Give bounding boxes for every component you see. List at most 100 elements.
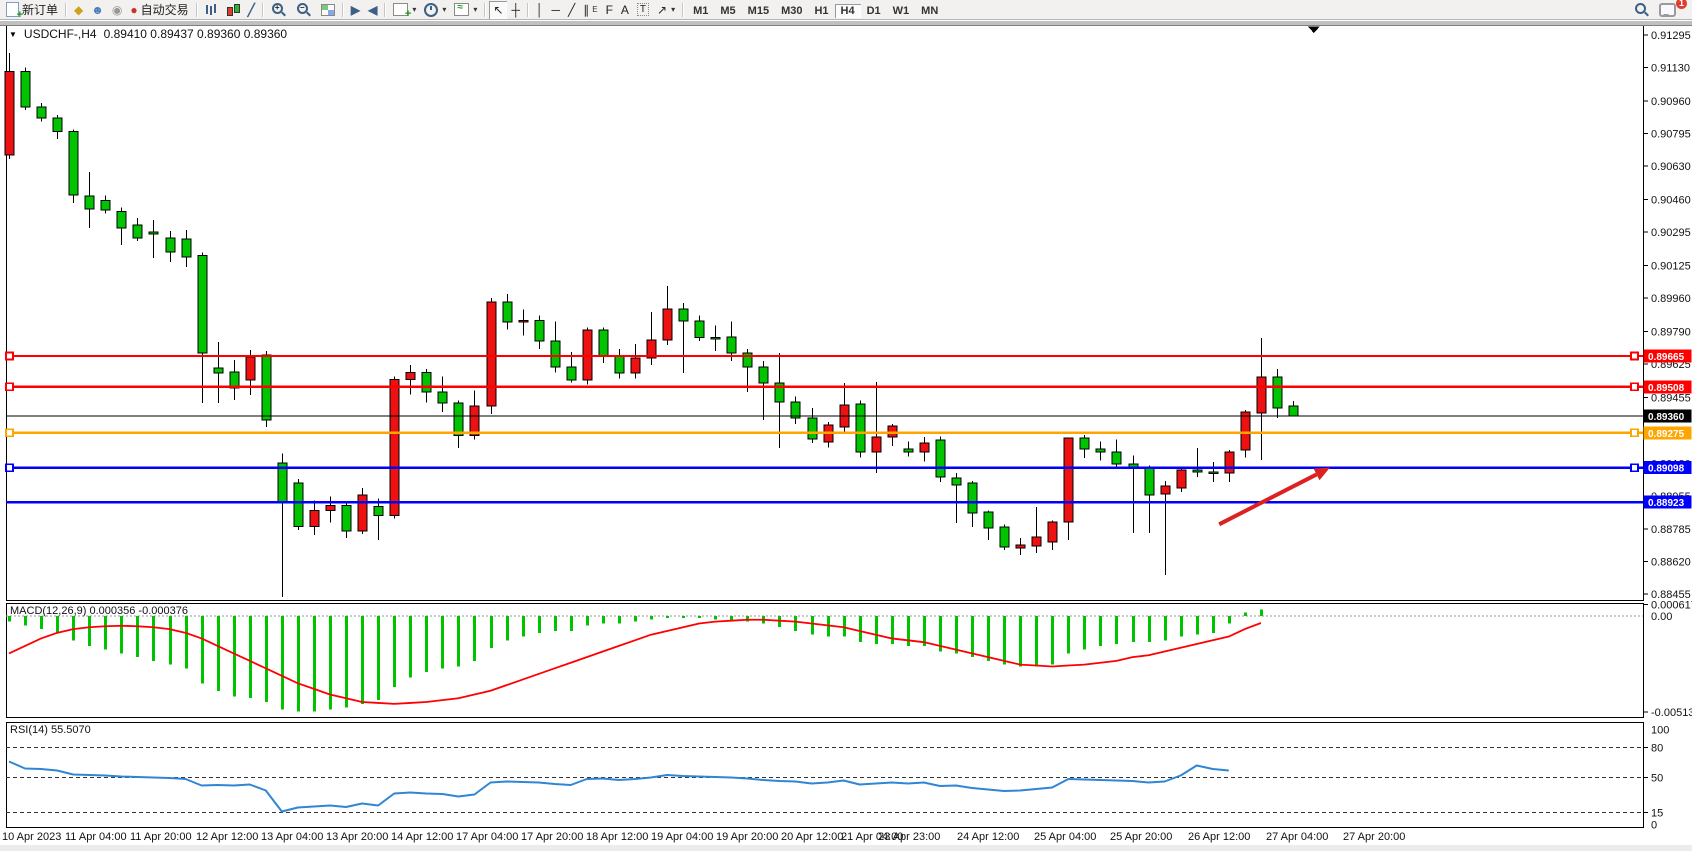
- cursor-icon: ↖: [493, 4, 503, 16]
- zoom-out-button[interactable]: −: [292, 1, 317, 19]
- line-chart-icon: ╱: [248, 4, 255, 16]
- candle-body: [1112, 452, 1121, 464]
- candle-body: [406, 373, 415, 380]
- auto-scroll-button[interactable]: ▶: [347, 1, 364, 19]
- timeframe-button-M30[interactable]: M30: [775, 4, 808, 18]
- dropdown-arrow-icon: ▾: [473, 5, 477, 14]
- candle-body: [1289, 406, 1298, 416]
- line-handle[interactable]: [6, 464, 13, 471]
- separator: [262, 3, 264, 17]
- text-tool-icon: A: [621, 4, 629, 16]
- separator: [682, 3, 684, 17]
- line-handle[interactable]: [1631, 353, 1638, 360]
- channel-sub-label: E: [592, 5, 597, 14]
- candle-body: [695, 321, 704, 337]
- market-button[interactable]: ◆: [70, 1, 87, 19]
- text-tool-button[interactable]: A: [617, 1, 633, 19]
- candle-body: [808, 418, 817, 439]
- chart-shift-button[interactable]: ◀: [364, 1, 381, 19]
- candle-body: [422, 373, 431, 392]
- trendline-tool-button[interactable]: ╱: [564, 1, 579, 19]
- candle-body: [920, 443, 929, 452]
- indicators-button[interactable]: ▾: [450, 1, 481, 19]
- candle-body: [117, 211, 126, 228]
- line-handle[interactable]: [6, 429, 13, 436]
- periods-button[interactable]: ▾: [420, 1, 450, 19]
- candle-body: [21, 72, 30, 107]
- price-axis[interactable]: [1644, 25, 1692, 827]
- crosshair-tool-button[interactable]: ┼: [507, 1, 524, 19]
- candle-body: [149, 232, 158, 234]
- line-handle[interactable]: [1631, 429, 1638, 436]
- candle-body: [53, 118, 62, 132]
- candle-body: [358, 495, 367, 531]
- timeframe-button-M15[interactable]: M15: [742, 4, 775, 18]
- candle-body: [904, 449, 913, 452]
- label-tool-button[interactable]: T: [633, 1, 653, 19]
- candle-body: [1016, 545, 1025, 548]
- line-handle[interactable]: [1631, 464, 1638, 471]
- timeframe-button-MN[interactable]: MN: [915, 4, 944, 18]
- chart-header: ▼ USDCHF-,H4 0.89410 0.89437 0.89360 0.8…: [9, 27, 287, 41]
- timeframe-button-M5[interactable]: M5: [714, 4, 741, 18]
- chart-ohlc-values: 0.89410 0.89437 0.89360 0.89360: [104, 27, 288, 41]
- notifications-button[interactable]: 1: [1655, 1, 1680, 19]
- candle-chart-button[interactable]: [221, 1, 244, 19]
- candle-chart-icon: [225, 3, 240, 17]
- arrows-tool-button[interactable]: ↗▾: [653, 1, 679, 19]
- vertical-line-tool-button[interactable]: │: [532, 1, 548, 19]
- new-chart-button[interactable]: ▾: [389, 1, 420, 19]
- timeframe-group: M1M5M15M30H1H4D1W1MN: [687, 1, 944, 19]
- channel-tool-button[interactable]: ∥E: [579, 1, 601, 19]
- timeframe-button-H4[interactable]: H4: [835, 4, 861, 18]
- toolbar: 新订单 ◆ ☻ ◉ ● 自动交易 ╱ + − ▶ ◀ ▾ ▾ ▾ ↖ ┼ │ ─…: [0, 0, 1692, 20]
- tile-windows-button[interactable]: [317, 1, 339, 19]
- candle-body: [5, 72, 14, 156]
- line-handle[interactable]: [6, 353, 13, 360]
- timeframe-button-M1[interactable]: M1: [687, 4, 714, 18]
- candle-body: [519, 321, 528, 323]
- candle-body: [1080, 438, 1089, 449]
- zoom-out-icon: −: [297, 3, 308, 14]
- candle-body: [1161, 486, 1170, 494]
- chart-canvas[interactable]: 0.912950.911300.909600.907950.906300.904…: [0, 21, 1692, 851]
- candle-body: [182, 239, 191, 257]
- candle-body: [101, 200, 110, 209]
- candle-body: [952, 478, 961, 485]
- autotrade-button[interactable]: ● 自动交易: [126, 1, 192, 19]
- cursor-tool-button[interactable]: ↖: [489, 1, 507, 19]
- fibonacci-tool-button[interactable]: F: [602, 1, 617, 19]
- zoom-in-button[interactable]: +: [267, 1, 292, 19]
- line-handle[interactable]: [6, 383, 13, 390]
- search-button[interactable]: [1630, 1, 1655, 19]
- timeframe-button-H1[interactable]: H1: [808, 4, 834, 18]
- chart-window[interactable]: 0.912950.911300.909600.907950.906300.904…: [0, 21, 1692, 851]
- bar-chart-button[interactable]: [201, 1, 221, 19]
- horizontal-line-tool-button[interactable]: ─: [547, 1, 564, 19]
- candle-body: [198, 256, 207, 353]
- time-axis[interactable]: [0, 828, 1643, 845]
- dropdown-arrow-icon: ▾: [442, 5, 446, 14]
- candle-body: [535, 321, 544, 341]
- mt4-window: 新订单 ◆ ☻ ◉ ● 自动交易 ╱ + − ▶ ◀ ▾ ▾ ▾ ↖ ┼ │ ─…: [0, 0, 1692, 851]
- candle-body: [663, 309, 672, 340]
- chart-shift-icon: ◀: [368, 4, 377, 16]
- line-handle[interactable]: [1631, 383, 1638, 390]
- new-order-button[interactable]: 新订单: [2, 1, 62, 19]
- candle-body: [551, 341, 560, 367]
- candle-body: [69, 132, 78, 195]
- line-chart-button[interactable]: ╱: [244, 1, 259, 19]
- news-button[interactable]: ◉: [108, 1, 126, 19]
- candle-body: [374, 507, 383, 516]
- bar-chart-icon: [206, 5, 208, 14]
- candle-body: [246, 357, 255, 380]
- candle-body: [294, 483, 303, 526]
- status-strip: [0, 845, 1692, 851]
- timeframe-button-D1[interactable]: D1: [861, 4, 887, 18]
- timeframe-button-W1[interactable]: W1: [887, 4, 916, 18]
- candle-body: [133, 225, 142, 238]
- profiles-button[interactable]: ☻: [87, 1, 108, 19]
- candle-body: [310, 511, 319, 527]
- candle-body: [1193, 470, 1202, 472]
- candle-body: [615, 356, 624, 373]
